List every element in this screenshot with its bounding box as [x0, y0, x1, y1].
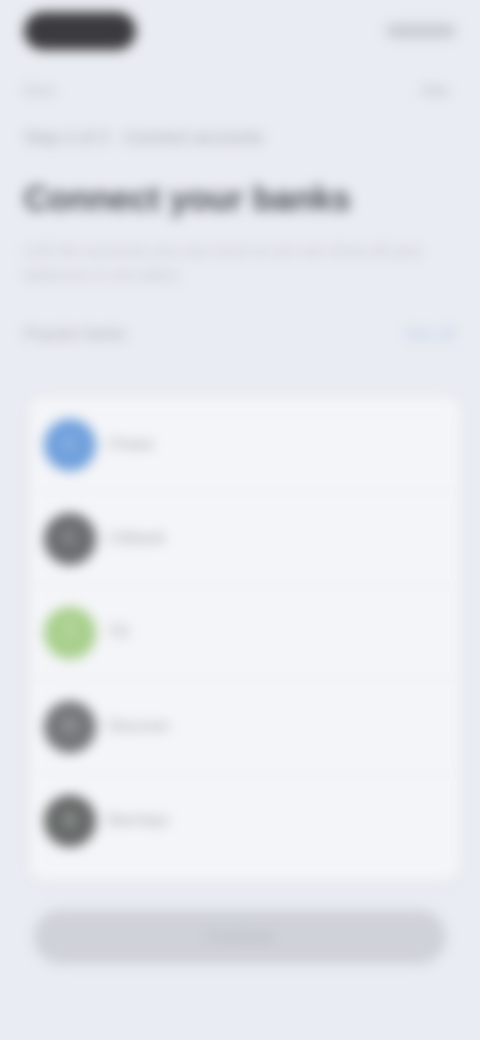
bank-name: Discover [108, 717, 171, 735]
bank-list-item[interactable]: T TD [30, 586, 460, 680]
page-title: Connect your banks [24, 180, 351, 218]
breadcrumb: Step 2 of 3 · Connect accounts [24, 128, 264, 147]
bank-logo-icon: B [44, 795, 96, 847]
page-subtitle: Link the accounts you use most so we can… [24, 243, 423, 284]
bank-logo-icon: D [44, 700, 96, 753]
screen: 9:41 signal-wifi-battery Back Skip Step … [0, 0, 480, 1040]
skip-link[interactable]: Skip [421, 82, 448, 98]
bank-name: Barclays [108, 812, 170, 829]
see-all-link[interactable]: See all [405, 326, 454, 344]
bank-logo-icon: C [44, 418, 96, 471]
bank-list-item[interactable]: B Barclays [30, 774, 460, 868]
bank-list-item[interactable]: C Citibank [30, 492, 460, 586]
nav-row: Back Skip [24, 82, 448, 98]
status-bar: 9:41 signal-wifi-battery [24, 10, 456, 52]
status-icons: signal-wifi-battery [386, 24, 456, 38]
continue-button[interactable]: Continue [34, 910, 446, 964]
bank-name: Chase [108, 435, 155, 453]
bank-list-item[interactable]: D Discover [30, 680, 460, 774]
bank-list-item[interactable]: C Chase [30, 398, 460, 492]
status-time: 9:41 [24, 12, 136, 50]
bank-list: C Chase C Citibank T TD D Discover B Bar… [30, 398, 460, 880]
section-header: Popular banks See all [24, 326, 454, 344]
bank-logo-icon: C [44, 512, 96, 565]
back-link[interactable]: Back [24, 82, 55, 98]
bank-name: Citibank [108, 529, 166, 547]
bank-logo-icon: T [44, 606, 96, 659]
bank-name: TD [108, 623, 130, 641]
section-label: Popular banks [24, 326, 127, 343]
